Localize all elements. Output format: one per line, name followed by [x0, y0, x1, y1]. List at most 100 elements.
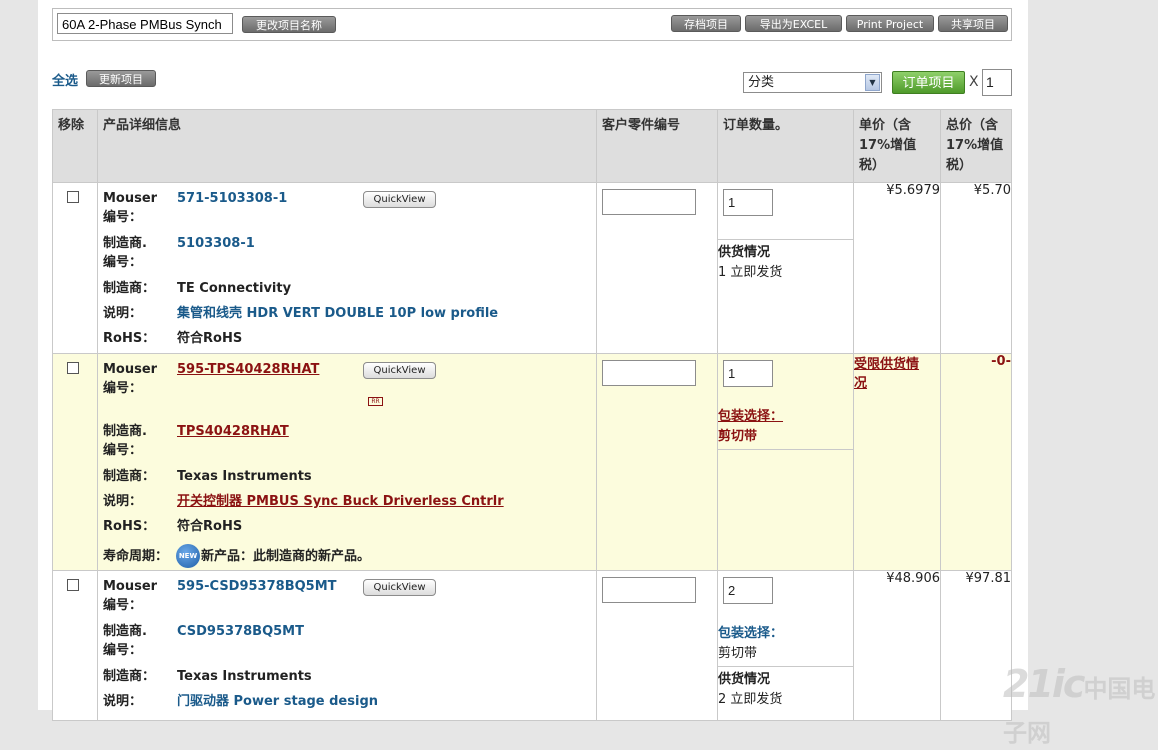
rohs-value: 符合RoHS	[177, 331, 243, 346]
total-price-header-line: 税）	[946, 158, 973, 173]
mouser-no-link[interactable]: 571-5103308-1	[177, 189, 287, 208]
packaging-value: 剪切带	[718, 646, 758, 661]
chevron-down-icon[interactable]: ▼	[865, 74, 880, 91]
unit-price-cell: ¥48.906	[853, 570, 941, 721]
packaging-value: 剪切带	[718, 429, 758, 444]
col-header-qty: 订单数量。	[717, 109, 854, 183]
category-select[interactable]: 分类 ▼	[743, 72, 882, 93]
availability-label: 供货情况	[718, 672, 771, 687]
packaging-label[interactable]: 包装选择：	[718, 407, 783, 426]
description-link[interactable]: 门驱动器 Power stage design	[177, 692, 378, 711]
description-link[interactable]: 开关控制器 PMBUS Sync Buck Driverless Cntrlr	[177, 492, 504, 511]
unit-price-header-line: 单价（含	[859, 118, 912, 133]
product-details-cell: Mouser 编号： 595-TPS40428RHAT QuickView RR …	[97, 353, 597, 571]
mfr-label: 制造商：	[103, 281, 156, 296]
rohs-label: RoHS：	[103, 331, 156, 346]
manufacturer-value: Texas Instruments	[177, 469, 312, 484]
remove-checkbox[interactable]	[67, 362, 79, 374]
col-header-remove: 移除	[52, 109, 98, 183]
unit-price-header-line: 17%增值	[859, 138, 917, 153]
col-header-unit-price: 单价（含 17%增值 税）	[853, 109, 941, 183]
availability-value: 1 立即发货	[718, 265, 783, 280]
table-row: Mouser 编号： 595-TPS40428RHAT QuickView RR …	[52, 353, 1012, 571]
unit-price-cell: 受限供货情况	[853, 353, 941, 571]
desc-label: 说明：	[103, 494, 143, 509]
mfr-no-link[interactable]: CSD95378BQ5MT	[177, 622, 304, 641]
mfr-label: 制造商：	[103, 669, 156, 684]
project-name-input[interactable]: 60A 2-Phase PMBus Synch	[57, 13, 233, 34]
lifecycle-label: 寿命周期：	[103, 549, 169, 564]
manufacturer-value: Texas Instruments	[177, 669, 312, 684]
order-project-button[interactable]: 订单项目	[892, 71, 965, 94]
qty-input[interactable]: 2	[723, 577, 773, 604]
qty-cell: 1 供货情况 1 立即发货	[717, 182, 854, 354]
qty-divider	[718, 239, 853, 240]
remove-cell	[52, 353, 98, 571]
customer-pn-input[interactable]	[602, 189, 696, 215]
customer-pn-cell	[596, 182, 718, 354]
total-price-header-line: 总价（含	[946, 118, 999, 133]
select-all-link[interactable]: 全选	[52, 70, 78, 89]
save-project-button[interactable]: 存档项目	[671, 15, 741, 32]
quickview-button[interactable]: QuickView	[363, 191, 436, 208]
restricted-availability-link[interactable]: 受限供货情况	[854, 355, 919, 393]
qty-input[interactable]: 1	[723, 360, 773, 387]
share-project-button[interactable]: 共享项目	[938, 15, 1008, 32]
description-link[interactable]: 集管和线壳 HDR VERT DOUBLE 10P low profile	[177, 304, 498, 323]
mouser-no-link[interactable]: 595-CSD95378BQ5MT	[177, 577, 337, 596]
table-row: Mouser 编号： 571-5103308-1 QuickView 制造商. 编号…	[52, 182, 1012, 354]
rename-project-button[interactable]: 更改项目名称	[242, 16, 336, 33]
rohs-label: RoHS：	[103, 519, 156, 534]
total-price-cell: ¥5.70	[940, 182, 1012, 354]
quickview-button[interactable]: QuickView	[363, 362, 436, 379]
site-watermark: 21ic中国电子网	[1003, 662, 1156, 747]
project-header: 60A 2-Phase PMBus Synch 更改项目名称 存档项目 导出为E…	[52, 8, 1012, 41]
col-header-total-price: 总价（含 17%增值 税）	[940, 109, 1012, 183]
mouser-no-label: Mouser 编号：	[103, 191, 158, 225]
lifecycle-value: 新产品：此制造商的新产品。	[201, 549, 371, 564]
times-sign: X	[969, 74, 979, 90]
customer-pn-cell	[596, 570, 718, 721]
manufacturer-value: TE Connectivity	[177, 281, 292, 296]
mouser-no-label: Mouser 编号：	[103, 579, 158, 613]
mfr-no-link[interactable]: TPS40428RHAT	[177, 422, 289, 441]
qty-input[interactable]: 1	[723, 189, 773, 216]
new-badge-icon: NEW	[176, 544, 200, 568]
order-quantity-input[interactable]: 1	[982, 69, 1012, 96]
mfr-no-label: 制造商. 编号：	[103, 624, 147, 658]
desc-label: 说明：	[103, 306, 143, 321]
remove-checkbox[interactable]	[67, 579, 79, 591]
rr-icon: RR	[368, 397, 383, 406]
customer-pn-input[interactable]	[602, 577, 696, 603]
table-row: Mouser 编号： 595-CSD95378BQ5MT QuickView 制造…	[52, 570, 1012, 721]
project-page: 60A 2-Phase PMBus Synch 更改项目名称 存档项目 导出为E…	[38, 0, 1028, 721]
quickview-button[interactable]: QuickView	[363, 579, 436, 596]
qty-divider	[718, 449, 853, 450]
unit-price-header-line: 税）	[859, 158, 886, 173]
customer-pn-cell	[596, 353, 718, 571]
col-header-product: 产品详细信息	[97, 109, 597, 183]
mfr-no-label: 制造商. 编号：	[103, 236, 147, 270]
export-excel-button[interactable]: 导出为EXCEL	[745, 15, 842, 32]
remove-cell	[52, 570, 98, 721]
print-project-button[interactable]: Print Project	[846, 15, 934, 32]
desc-label: 说明：	[103, 694, 143, 709]
packaging-label[interactable]: 包装选择：	[718, 624, 783, 643]
category-selected-value: 分类	[748, 75, 775, 90]
total-price-cell: -0-	[940, 353, 1012, 571]
unit-price-cell: ¥5.6979	[853, 182, 941, 354]
project-items-table: 移除 产品详细信息 客户零件编号 订单数量。 单价（含 17%增值 税） 总价（…	[52, 109, 1012, 721]
customer-pn-input[interactable]	[602, 360, 696, 386]
availability-value: 2 立即发货	[718, 692, 783, 707]
qty-cell: 1 包装选择： 剪切带	[717, 353, 854, 571]
total-price-header-line: 17%增值	[946, 138, 1004, 153]
mouser-no-link[interactable]: 595-TPS40428RHAT	[177, 360, 319, 379]
mfr-no-link[interactable]: 5103308-1	[177, 234, 255, 253]
remove-checkbox[interactable]	[67, 191, 79, 203]
qty-cell: 2 包装选择： 剪切带 供货情况 2 立即发货	[717, 570, 854, 721]
mfr-label: 制造商：	[103, 469, 156, 484]
mfr-no-label: 制造商. 编号：	[103, 424, 147, 458]
remove-cell	[52, 182, 98, 354]
update-project-button[interactable]: 更新项目	[86, 70, 156, 87]
availability-label: 供货情况	[718, 245, 771, 260]
